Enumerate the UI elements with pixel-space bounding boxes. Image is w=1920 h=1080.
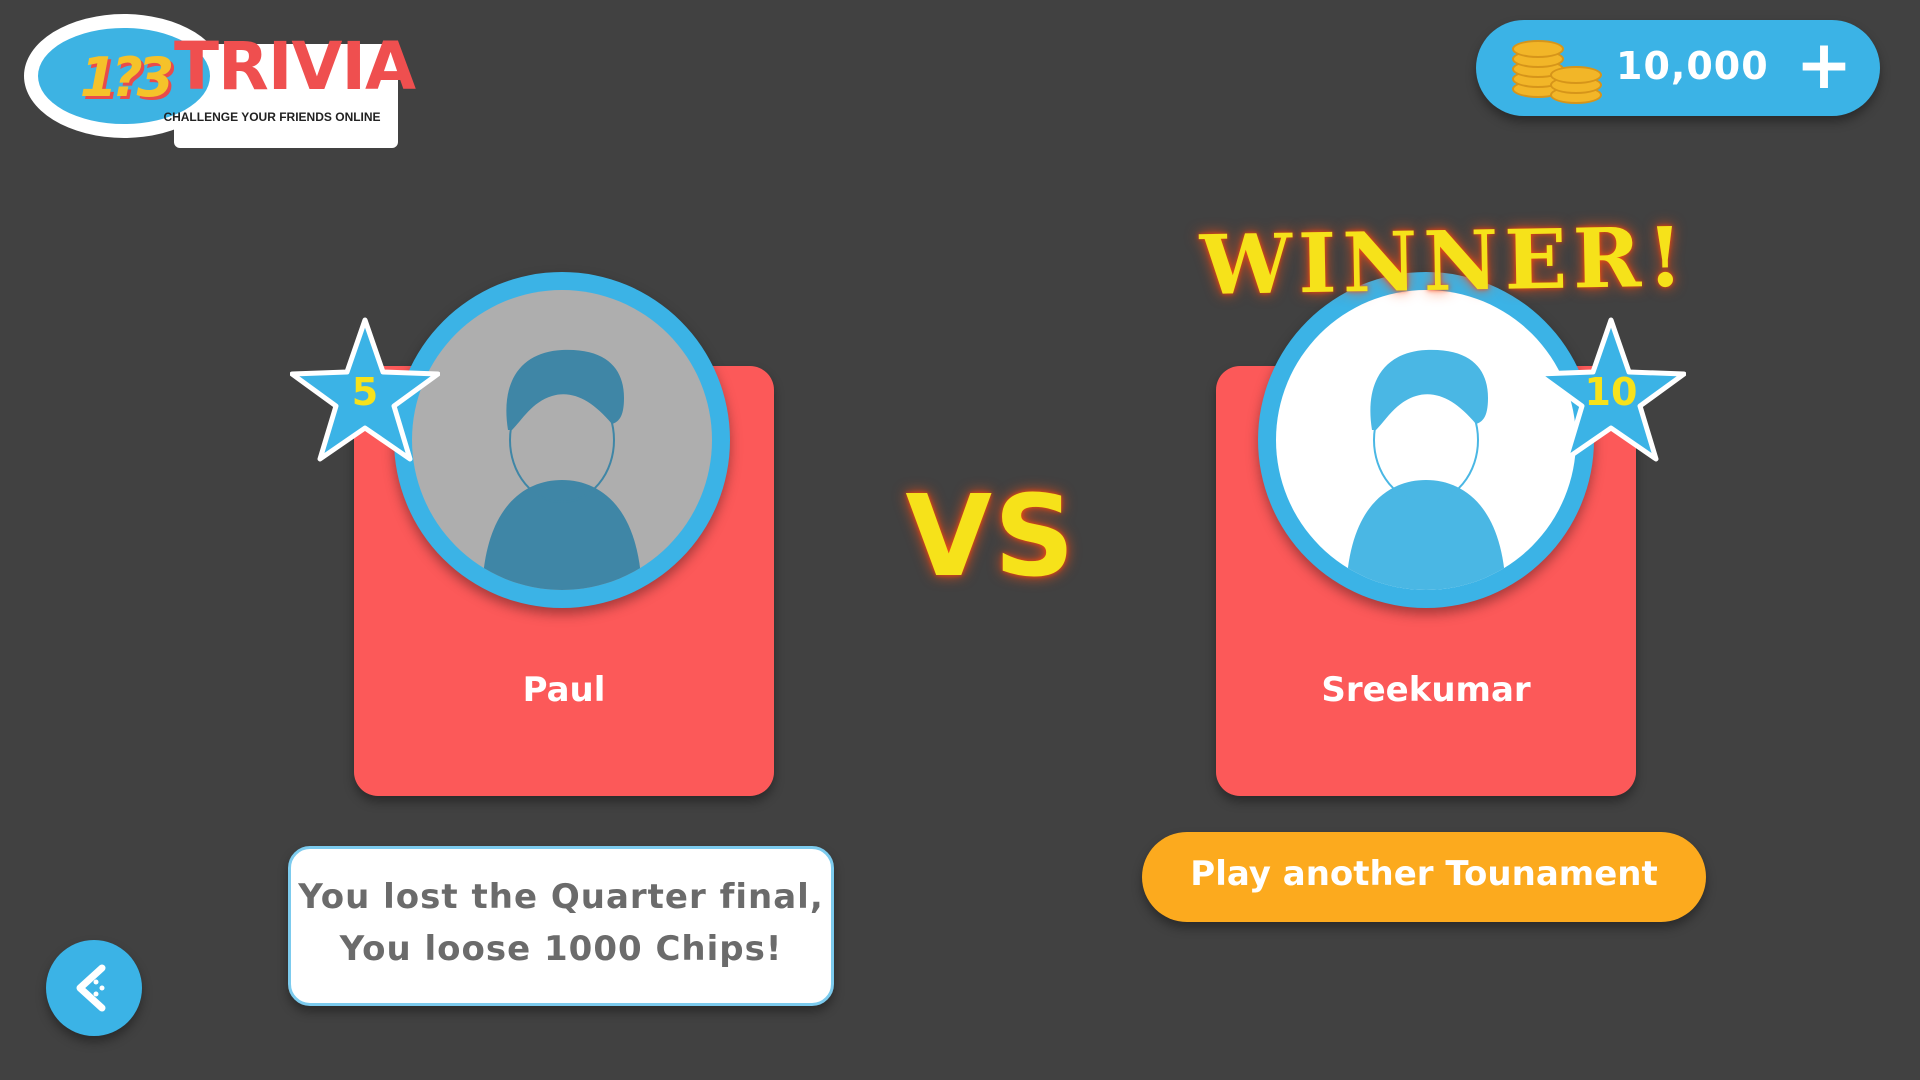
player-name-right: Sreekumar: [1321, 670, 1531, 710]
result-message-box: You lost the Quarter final, You loose 10…: [288, 846, 834, 1006]
back-arrow-icon: [76, 964, 106, 1012]
logo-title: TRIVIA: [174, 28, 416, 105]
player-level-left: 5: [351, 370, 379, 414]
result-message-line-2: You loose 1000 Chips!: [339, 929, 783, 969]
coin-balance-pill: 10,000 +: [1476, 20, 1880, 116]
avatar-placeholder-icon: [412, 290, 712, 590]
logo-subtitle: CHALLENGE YOUR FRIENDS ONLINE: [163, 110, 381, 124]
versus-label: VS: [905, 472, 1077, 602]
play-another-tournament-button[interactable]: Play another Tounament: [1142, 832, 1706, 922]
winner-label: WINNER!: [1199, 209, 1690, 315]
result-message-line-1: You lost the Quarter final,: [298, 877, 824, 917]
play-another-tournament-label: Play another Tounament: [1190, 854, 1658, 894]
player-avatar-left: [394, 272, 730, 608]
player-name-left: Paul: [522, 670, 606, 710]
avatar-placeholder-icon: [1276, 290, 1576, 590]
add-coins-button[interactable]: +: [1792, 30, 1856, 102]
app-logo: 1?3 TRIVIA CHALLENGE YOUR FRIENDS ONLINE: [24, 14, 416, 148]
player-level-right: 10: [1584, 370, 1638, 414]
back-button[interactable]: [46, 940, 142, 1036]
player-level-star-left: 5: [289, 314, 441, 464]
coin-balance-value: 10,000: [1616, 44, 1769, 88]
player-level-star-right: 10: [1535, 314, 1687, 464]
coin-stack-icon: [1512, 36, 1602, 104]
